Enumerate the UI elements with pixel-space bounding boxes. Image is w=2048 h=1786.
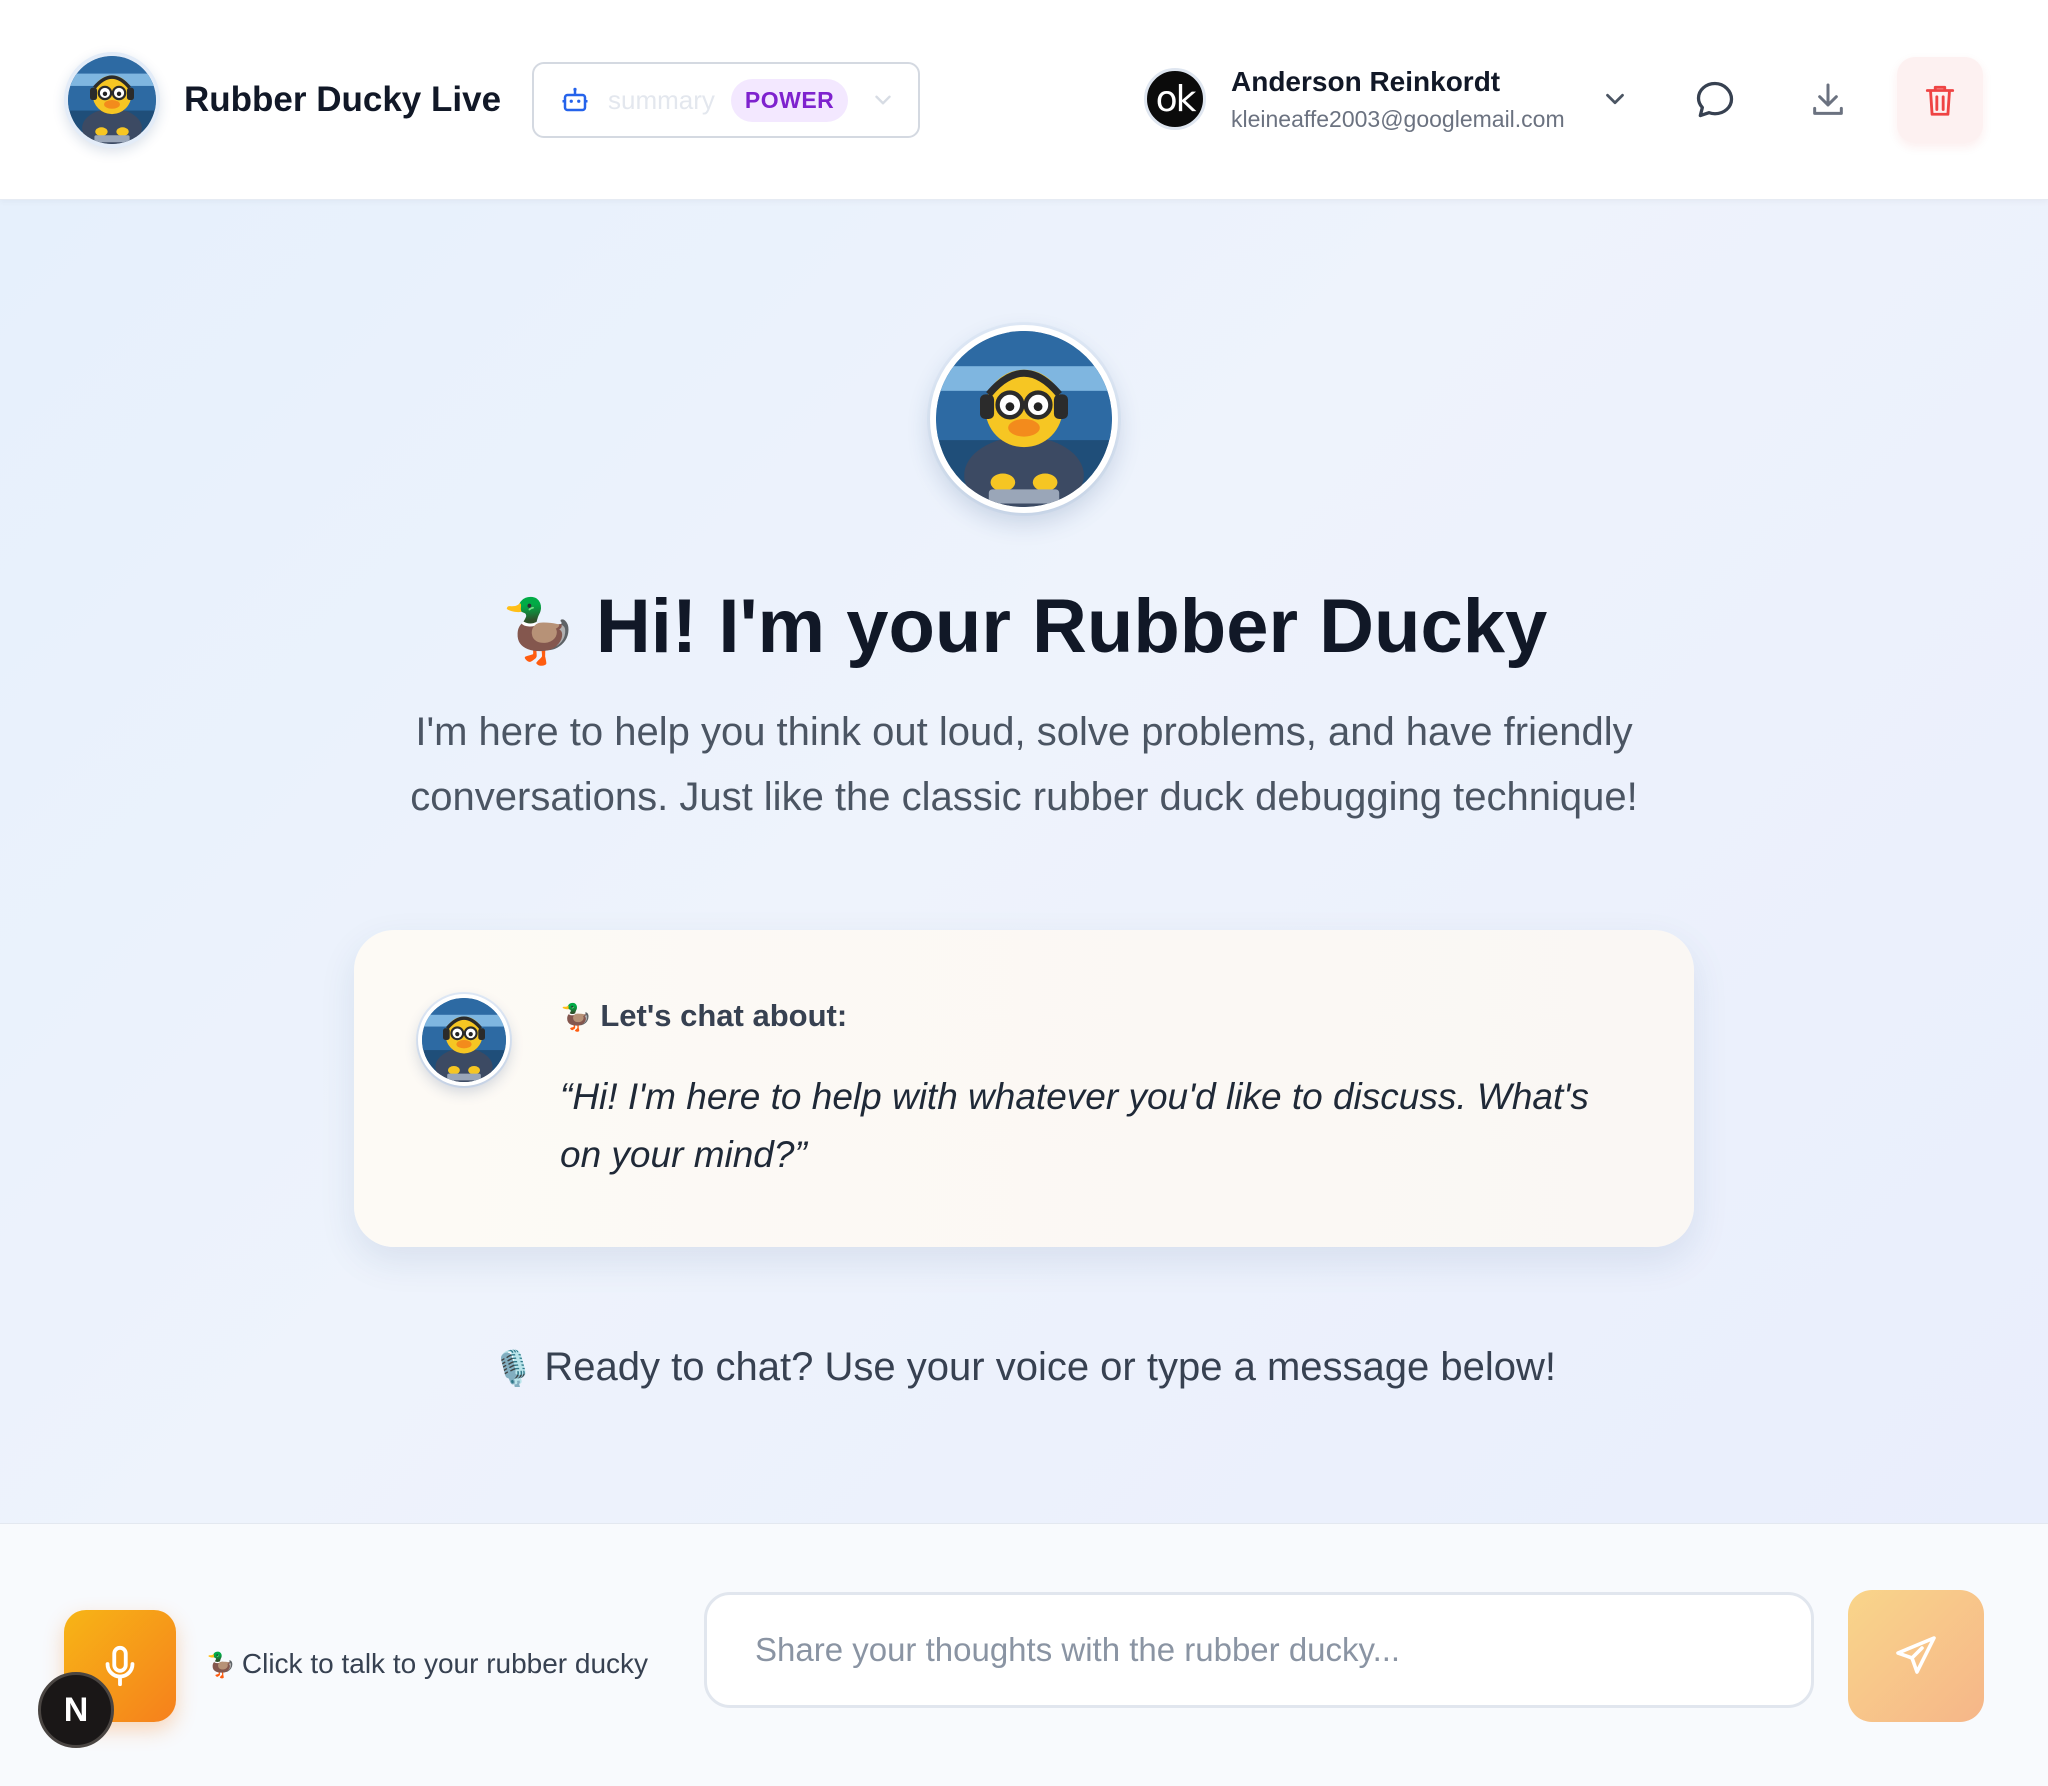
duck-avatar-icon bbox=[936, 331, 1112, 507]
robot-icon bbox=[562, 87, 588, 112]
hero-duck-avatar bbox=[930, 325, 1118, 513]
talk-label: 🦆 Click to talk to your rubber ducky bbox=[206, 1648, 648, 1680]
talk-label-text: Click to talk to your rubber ducky bbox=[241, 1648, 649, 1679]
floating-n-badge[interactable]: N bbox=[38, 1672, 114, 1748]
microphone-icon bbox=[105, 1645, 135, 1687]
microphone-emoji-icon: 🎙️ bbox=[492, 1349, 535, 1389]
app-title: Rubber Ducky Live bbox=[184, 80, 502, 119]
duck-emoji-icon: 🦆 bbox=[500, 594, 578, 667]
chat-bubble-icon bbox=[1696, 81, 1734, 118]
ready-prompt: 🎙️ Ready to chat? Use your voice or type … bbox=[0, 1345, 2048, 1390]
clear-chat-button[interactable] bbox=[1897, 57, 1983, 143]
topic-label-text: Let's chat about: bbox=[600, 998, 848, 1033]
hero-subtitle: I'm here to help you think out loud, sol… bbox=[410, 710, 1638, 819]
chat-history-button[interactable] bbox=[1672, 57, 1758, 143]
welcome-area: 🦆 Hi! I'm your Rubber Ducky I'm here to h… bbox=[0, 200, 2048, 1523]
topic-label: 🦆 Let's chat about: bbox=[560, 998, 847, 1034]
send-icon bbox=[1896, 1636, 1936, 1674]
composer-bar: 🦆 Click to talk to your rubber ducky bbox=[0, 1523, 2048, 1786]
ready-prompt-text: Ready to chat? Use your voice or type a … bbox=[544, 1345, 1556, 1389]
duck-avatar-icon bbox=[422, 998, 506, 1082]
download-icon bbox=[1813, 83, 1843, 115]
topic-quote: “Hi! I'm here to help with whatever you'… bbox=[560, 1076, 1589, 1175]
user-menu-chevron-icon[interactable] bbox=[1600, 84, 1630, 114]
duck-emoji-icon: 🦆 bbox=[206, 1651, 236, 1679]
duck-emoji-icon: 🦆 bbox=[560, 1003, 593, 1033]
chevron-down-icon bbox=[875, 95, 891, 105]
send-button[interactable] bbox=[1848, 1590, 1984, 1722]
power-badge: POWER bbox=[730, 78, 849, 122]
hero-title-text: Hi! I'm your Rubber Ducky bbox=[595, 584, 1548, 669]
topic-card: 🦆 Let's chat about: “Hi! I'm here to help… bbox=[354, 930, 1694, 1247]
message-input[interactable] bbox=[704, 1592, 1814, 1708]
duck-logo-icon bbox=[68, 56, 156, 144]
user-email: kleineaffe2003@googlemail.com bbox=[1231, 106, 1565, 132]
app-header: Rubber Ducky Live summary POWER ok Ander… bbox=[0, 0, 2048, 200]
topic-duck-avatar bbox=[418, 994, 510, 1086]
download-button[interactable] bbox=[1785, 57, 1871, 143]
app-logo-avatar bbox=[64, 52, 160, 148]
user-avatar[interactable]: ok bbox=[1144, 68, 1206, 130]
model-name: summary bbox=[608, 84, 715, 115]
hero-title: 🦆 Hi! I'm your Rubber Ducky bbox=[0, 582, 2048, 676]
user-name[interactable]: Anderson Reinkordt bbox=[1231, 66, 1500, 98]
model-select[interactable]: summary POWER bbox=[532, 62, 920, 138]
trash-icon bbox=[1925, 85, 1955, 116]
